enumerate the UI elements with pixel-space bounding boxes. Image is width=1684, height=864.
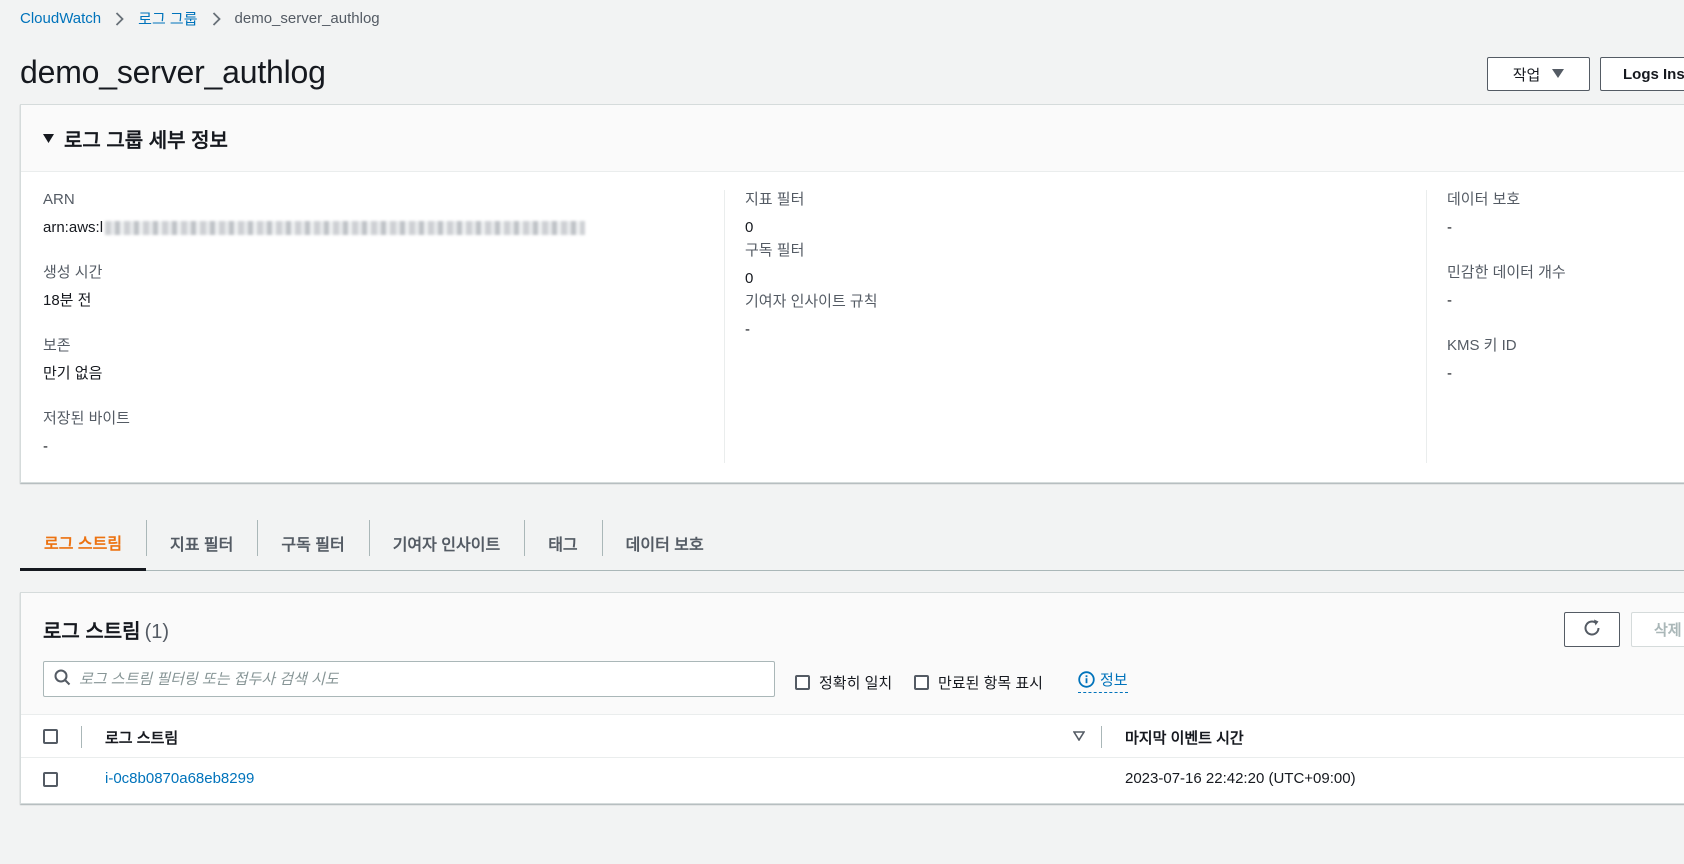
exact-match-checkbox[interactable]	[795, 675, 810, 690]
last-event-time: 2023-07-16 22:42:20 (UTC+09:00)	[1125, 770, 1356, 787]
retention-field: 보존 만기 없음	[43, 336, 723, 409]
exact-match-option[interactable]: 정확히 일치	[795, 672, 892, 693]
arn-value-row: arn:aws:l	[43, 218, 723, 238]
actions-dropdown-button[interactable]: 작업	[1487, 57, 1590, 91]
log-stream-search-box[interactable]	[43, 661, 775, 697]
details-header[interactable]: 로그 그룹 세부 정보	[21, 105, 1684, 172]
log-streams-title-text: 로그 스트림	[43, 621, 141, 643]
tab-data-protection[interactable]: 데이터 보호	[601, 515, 728, 571]
tab-log-streams[interactable]: 로그 스트림	[20, 515, 147, 571]
column-divider	[724, 190, 725, 463]
log-streams-panel: 로그 스트림(1) 삭제 정확히 일치 만료된 항목 표시 정보	[20, 592, 1684, 804]
refresh-button[interactable]	[1564, 612, 1620, 647]
sensitive-data-count-field: 민감한 데이터 개수 -	[1447, 263, 1684, 336]
table-row: i-0c8b0870a68eb8299 2023-07-16 22:42:20 …	[21, 758, 1684, 802]
logs-insights-button[interactable]: Logs Ins	[1600, 57, 1684, 91]
redacted-arn	[105, 221, 586, 236]
field-value: -	[745, 321, 750, 338]
show-expired-checkbox[interactable]	[914, 675, 929, 690]
delete-button[interactable]: 삭제	[1631, 612, 1684, 647]
show-expired-option[interactable]: 만료된 항목 표시	[914, 672, 1043, 693]
column-divider	[1426, 190, 1427, 463]
tab-metric-filters[interactable]: 지표 필터	[146, 515, 257, 571]
field-label: 저장된 바이트	[43, 410, 130, 427]
log-streams-title: 로그 스트림 (1)	[43, 615, 169, 644]
refresh-icon	[1582, 618, 1602, 642]
details-column-2: 지표 필터 0 구독 필터 0 기여자 인사이트 규칙 -	[745, 190, 1425, 343]
field-value: -	[1447, 365, 1452, 382]
field-label: 지표 필터	[745, 191, 805, 208]
tab-tags[interactable]: 태그	[524, 515, 601, 571]
tab-bar: 로그 스트림 지표 필터 구독 필터 기여자 인사이트 태그 데이터 보호	[20, 515, 1684, 571]
tab-subscription-filters[interactable]: 구독 필터	[257, 515, 368, 571]
sort-descending-icon[interactable]	[1072, 728, 1086, 745]
field-value: -	[1447, 219, 1452, 236]
page-title: demo_server_authlog	[20, 54, 326, 90]
details-heading: 로그 그룹 세부 정보	[64, 129, 228, 152]
subscription-filters-field: 구독 필터 0	[745, 241, 1425, 292]
column-header-last-event-time[interactable]: 마지막 이벤트 시간	[1125, 727, 1244, 748]
info-icon	[1078, 671, 1095, 688]
field-label: 구독 필터	[745, 242, 805, 259]
arn-value: arn:aws:l	[43, 219, 104, 236]
table-header: 로그 스트림 마지막 이벤트 시간	[21, 715, 1684, 758]
field-label: 기여자 인사이트 규칙	[745, 293, 878, 310]
info-link[interactable]: 정보	[1078, 669, 1128, 693]
field-value: -	[1447, 292, 1452, 309]
data-protection-field: 데이터 보호 -	[1447, 190, 1684, 263]
metric-filters-field: 지표 필터 0	[745, 190, 1425, 241]
chevron-right-icon	[115, 11, 124, 26]
field-label: 보존	[43, 337, 71, 354]
expand-triangle-icon	[43, 131, 54, 146]
field-label: KMS 키 ID	[1447, 337, 1517, 354]
log-streams-header: 로그 스트림(1) 삭제 정확히 일치 만료된 항목 표시 정보	[21, 593, 1684, 715]
field-label: ARN	[43, 191, 75, 208]
breadcrumb-current: demo_server_authlog	[234, 10, 380, 27]
breadcrumb-log-groups-link[interactable]: 로그 그룹	[138, 8, 197, 29]
arn-field: ARN arn:aws:l	[43, 190, 723, 263]
breadcrumb: CloudWatch 로그 그룹 demo_server_authlog	[20, 8, 380, 29]
details-column-3: 데이터 보호 - 민감한 데이터 개수 - KMS 키 ID -	[1447, 190, 1684, 409]
chevron-right-icon	[212, 11, 221, 26]
column-divider	[81, 726, 82, 748]
tab-contributor-insights[interactable]: 기여자 인사이트	[368, 515, 525, 571]
field-value: 18분 전	[43, 292, 92, 309]
field-value: 0	[745, 219, 754, 236]
caret-down-icon	[1552, 67, 1565, 81]
exact-match-label: 정확히 일치	[819, 675, 893, 692]
log-streams-count: (1)	[144, 621, 170, 643]
search-icon	[54, 669, 71, 690]
log-stream-search-input[interactable]	[79, 670, 774, 688]
field-label: 민감한 데이터 개수	[1447, 264, 1566, 281]
field-value: -	[43, 438, 48, 455]
field-value: 0	[745, 270, 754, 287]
column-header-log-stream[interactable]: 로그 스트림	[105, 727, 178, 748]
row-checkbox[interactable]	[43, 772, 58, 787]
creation-time-field: 생성 시간 18분 전	[43, 263, 723, 336]
column-divider	[1101, 726, 1102, 748]
actions-label: 작업	[1512, 66, 1541, 84]
contributor-insights-field: 기여자 인사이트 규칙 -	[745, 292, 1425, 343]
select-all-checkbox[interactable]	[43, 729, 58, 744]
details-column-1: ARN arn:aws:l 생성 시간 18분 전 보존 만기 없음 저장된 바…	[43, 190, 723, 482]
log-stream-link[interactable]: i-0c8b0870a68eb8299	[105, 770, 254, 787]
show-expired-label: 만료된 항목 표시	[938, 675, 1043, 692]
info-label: 정보	[1100, 672, 1128, 689]
stored-bytes-field: 저장된 바이트 -	[43, 409, 723, 482]
field-label: 생성 시간	[43, 264, 103, 281]
field-value: 만기 없음	[43, 365, 103, 382]
log-group-details-panel: 로그 그룹 세부 정보 ARN arn:aws:l 생성 시간 18분 전 보존…	[20, 104, 1684, 483]
kms-key-field: KMS 키 ID -	[1447, 336, 1684, 409]
field-label: 데이터 보호	[1447, 191, 1521, 208]
breadcrumb-cloudwatch-link[interactable]: CloudWatch	[20, 10, 101, 27]
